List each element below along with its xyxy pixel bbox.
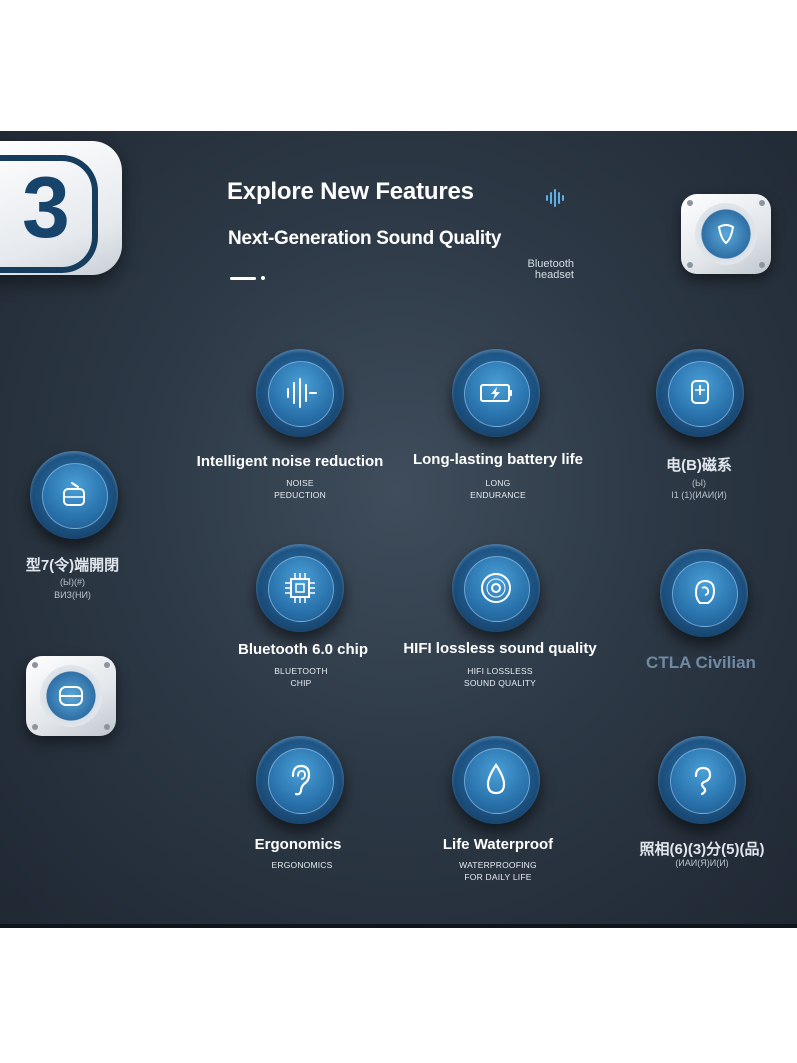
feature-sub: CHIP [290, 678, 312, 688]
product-tag: Bluetooth headset [527, 258, 574, 281]
feature-title: Life Waterproof [442, 836, 554, 853]
right-feature-title-3: 照相(6)(3)分(5)(品) [639, 841, 765, 858]
feature-sub: PEDUCTION [274, 490, 326, 500]
feature-sub: NOISE [286, 478, 314, 488]
feature-sub: WATERPROOFING [459, 860, 537, 870]
feature-title: Ergonomics [254, 836, 342, 853]
headset-device-right [681, 194, 771, 274]
right-feature-sub-3: (ИАИ(Я)И(И) [675, 858, 729, 868]
water-drop-icon [486, 763, 506, 795]
right-feature-button-2[interactable] [660, 549, 748, 637]
waterproof-button[interactable] [452, 736, 540, 824]
feature-sub: HIFI LOSSLESS [467, 666, 533, 676]
charging-case-icon [63, 482, 85, 506]
feature-sub: BLUETOOTH [274, 666, 328, 676]
feature-panel: 3 Explore New Features Next-Generation S… [0, 131, 797, 928]
feature-sub: LONG [485, 478, 511, 488]
battery-life-button[interactable] [452, 349, 540, 437]
feature-title: HIFI lossless sound quality [403, 640, 597, 657]
feature-title: Bluetooth 6.0 chip [237, 641, 368, 658]
brand-badge: 3 [0, 141, 122, 275]
right-feature-title-1: 电(B)磁系 [666, 457, 732, 474]
right-feature-sub-1: (Ы) [692, 478, 706, 488]
feature-sub: ERGONOMICS [271, 860, 333, 870]
noise-reduction-button[interactable] [256, 349, 344, 437]
left-feature-title: 型7(令)端開閉 [25, 557, 120, 574]
left-feature-button[interactable] [30, 451, 118, 539]
panel-bottom-edge [0, 924, 797, 928]
title-underline [230, 277, 256, 280]
feature-sub: ENDURANCE [470, 490, 526, 500]
badge-number: 3 [22, 160, 70, 256]
battery-icon [480, 384, 512, 402]
feature-title: Long-lasting battery life [412, 451, 583, 468]
soundwave-icon [287, 378, 317, 408]
head-icon [694, 579, 716, 604]
disc-icon [481, 573, 511, 603]
feature-title: Intelligent noise reduction [196, 453, 384, 470]
feature-sub: FOR DAILY LIFE [464, 872, 532, 882]
headset-device-left [26, 656, 116, 736]
earbud-icon [717, 224, 735, 245]
right-feature-title-2: CTLA Civilian [646, 653, 756, 672]
ergonomics-button[interactable] [256, 736, 344, 824]
chip-icon [285, 573, 315, 603]
feature-sub: SOUND QUALITY [463, 678, 537, 688]
left-feature-sub-b: ВИЗ(НИ) [54, 590, 91, 600]
underline-dot [261, 276, 265, 280]
case-icon [59, 686, 83, 706]
right-feature-button-1[interactable] [656, 349, 744, 437]
bluetooth-chip-button[interactable] [256, 544, 344, 632]
hifi-sound-button[interactable] [452, 544, 540, 632]
earphone-icon [691, 380, 709, 404]
left-feature-sub: (Ы)(#) [60, 577, 85, 587]
right-feature-sub-1b: I1 (1)(ИАИ(И) [671, 490, 727, 500]
page-title: Explore New Features [227, 178, 474, 205]
soundwave-icon [546, 189, 564, 207]
ear-hook-icon [694, 766, 712, 796]
right-feature-button-3[interactable] [658, 736, 746, 824]
ear-icon [291, 764, 311, 796]
page-subtitle: Next-Generation Sound Quality [228, 228, 502, 249]
